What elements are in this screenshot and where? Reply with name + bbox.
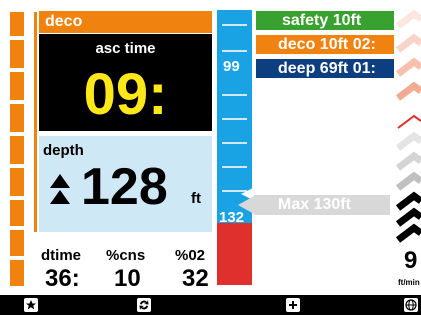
depth-label: depth [43,142,84,159]
plus-icon[interactable] [286,298,300,312]
scale-tick [222,24,247,26]
deco-stop-message: deco 10ft 02: [256,35,394,54]
ladder-segment [10,200,24,226]
ascent-rate-value: 9 [404,247,418,274]
ladder-line [34,12,37,232]
cns-label: %cns [106,247,146,264]
dtime-value: 36: [45,265,80,292]
ladder-segment [10,260,24,286]
dtime-label: dtime [41,247,82,264]
scale-tick [222,94,247,96]
depth-unit: ft [191,190,201,207]
scale-danger-zone [217,223,252,285]
scale-tick [222,142,247,144]
ascent-rate-chevrons-icon [395,10,421,243]
max-depth-banner: Max 130ft [254,195,390,215]
deep-stop-message: deep 69ft 01: [256,59,394,78]
swap-icon[interactable] [137,298,151,312]
scale-tick [222,166,247,168]
scale-tick [222,50,247,52]
ladder-segment [10,136,24,164]
deco-label: deco [45,13,83,30]
scale-label-top: 99 [223,58,240,75]
deco-bar: deco [39,11,212,33]
double-up-arrow-icon [50,174,70,204]
globe-icon[interactable] [404,298,418,312]
ascent-rate-unit: ft/min [398,278,420,287]
depth-panel: depth 128 ft [39,136,212,232]
cns-value: 10 [114,265,141,292]
scale-tick [222,118,247,120]
ladder-segment [10,104,24,132]
ladder-segment [10,40,24,68]
ladder-segment [10,230,24,256]
o2-value: 32 [182,265,209,292]
ascent-time-panel: asc time 09: [39,34,212,131]
footer-bar [0,295,421,315]
ladder-segment [10,12,24,36]
star-icon[interactable] [24,298,38,312]
ladder-segment [10,72,24,100]
depth-scale: 99 132 [217,10,253,285]
safety-stop-message: safety 10ft [256,11,394,30]
ladder-segment [10,168,24,196]
ascent-time-label: asc time [95,40,156,57]
depth-value: 128 [81,158,168,216]
o2-label: %02 [175,247,206,264]
ascent-time-value: 09: [83,62,168,127]
